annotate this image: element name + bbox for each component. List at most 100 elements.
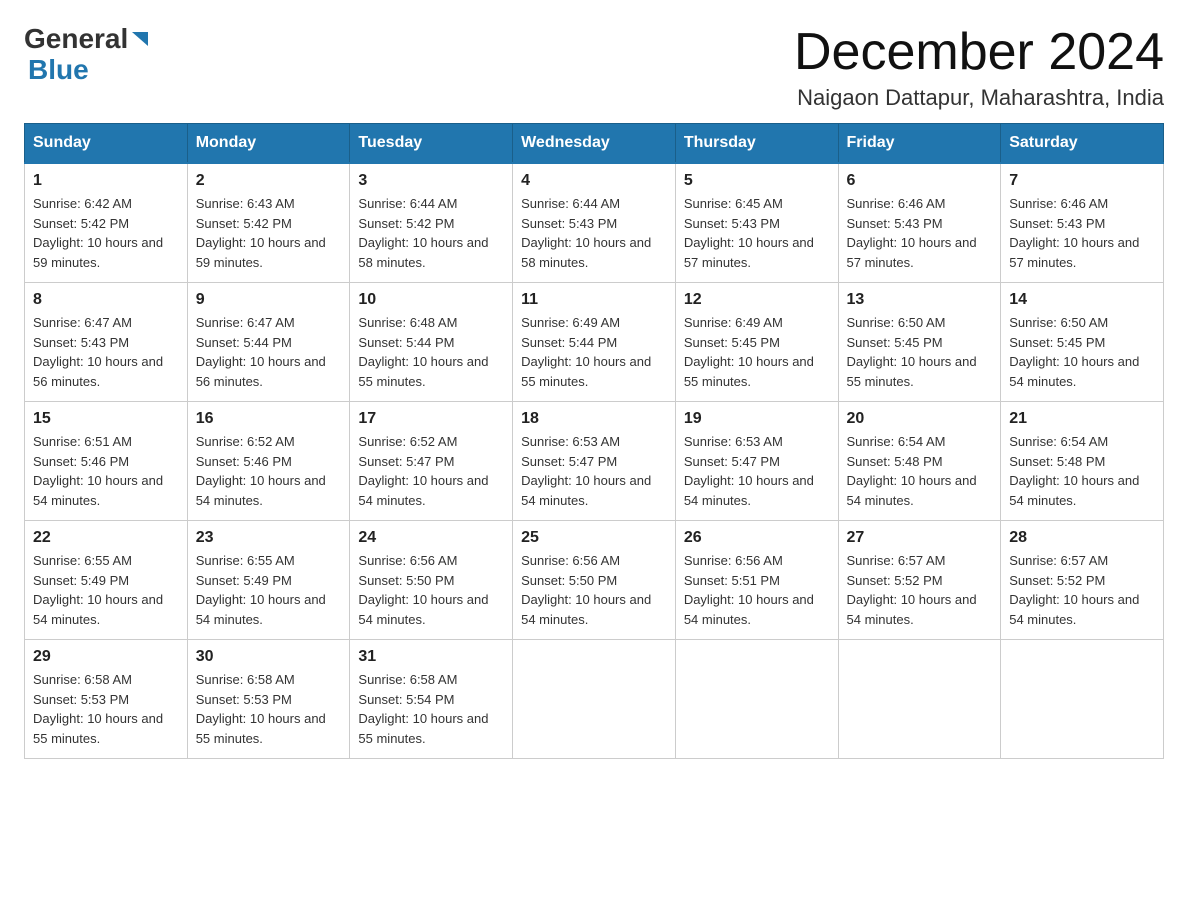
day-number: 14 bbox=[1009, 291, 1155, 309]
day-number: 19 bbox=[684, 410, 830, 428]
sunset-label: Sunset: 5:53 PM bbox=[196, 692, 292, 707]
day-info: Sunrise: 6:57 AM Sunset: 5:52 PM Dayligh… bbox=[1009, 551, 1155, 629]
sunrise-label: Sunrise: 6:56 AM bbox=[684, 553, 783, 568]
day-number: 15 bbox=[33, 410, 179, 428]
calendar-day-header: Monday bbox=[187, 124, 350, 164]
sunset-label: Sunset: 5:43 PM bbox=[684, 216, 780, 231]
sunset-label: Sunset: 5:54 PM bbox=[358, 692, 454, 707]
daylight-label: Daylight: 10 hours and 54 minutes. bbox=[847, 473, 977, 508]
day-info: Sunrise: 6:50 AM Sunset: 5:45 PM Dayligh… bbox=[1009, 313, 1155, 391]
daylight-label: Daylight: 10 hours and 57 minutes. bbox=[684, 235, 814, 270]
day-info: Sunrise: 6:45 AM Sunset: 5:43 PM Dayligh… bbox=[684, 194, 830, 272]
daylight-label: Daylight: 10 hours and 59 minutes. bbox=[33, 235, 163, 270]
calendar-day-cell: 30 Sunrise: 6:58 AM Sunset: 5:53 PM Dayl… bbox=[187, 640, 350, 759]
day-number: 5 bbox=[684, 172, 830, 190]
day-number: 3 bbox=[358, 172, 504, 190]
sunrise-label: Sunrise: 6:44 AM bbox=[358, 196, 457, 211]
daylight-label: Daylight: 10 hours and 54 minutes. bbox=[684, 473, 814, 508]
calendar-day-cell: 14 Sunrise: 6:50 AM Sunset: 5:45 PM Dayl… bbox=[1001, 283, 1164, 402]
day-info: Sunrise: 6:58 AM Sunset: 5:53 PM Dayligh… bbox=[196, 670, 342, 748]
calendar-day-cell: 16 Sunrise: 6:52 AM Sunset: 5:46 PM Dayl… bbox=[187, 402, 350, 521]
calendar-day-header: Thursday bbox=[675, 124, 838, 164]
logo-blue-text: Blue bbox=[28, 54, 89, 85]
day-info: Sunrise: 6:56 AM Sunset: 5:50 PM Dayligh… bbox=[521, 551, 667, 629]
daylight-label: Daylight: 10 hours and 54 minutes. bbox=[521, 473, 651, 508]
calendar-day-cell bbox=[675, 640, 838, 759]
sunrise-label: Sunrise: 6:54 AM bbox=[847, 434, 946, 449]
sunrise-label: Sunrise: 6:56 AM bbox=[358, 553, 457, 568]
day-info: Sunrise: 6:44 AM Sunset: 5:43 PM Dayligh… bbox=[521, 194, 667, 272]
day-number: 13 bbox=[847, 291, 993, 309]
daylight-label: Daylight: 10 hours and 56 minutes. bbox=[196, 354, 326, 389]
daylight-label: Daylight: 10 hours and 55 minutes. bbox=[33, 711, 163, 746]
calendar-day-cell: 25 Sunrise: 6:56 AM Sunset: 5:50 PM Dayl… bbox=[513, 521, 676, 640]
day-number: 22 bbox=[33, 529, 179, 547]
day-info: Sunrise: 6:51 AM Sunset: 5:46 PM Dayligh… bbox=[33, 432, 179, 510]
day-number: 23 bbox=[196, 529, 342, 547]
sunrise-label: Sunrise: 6:54 AM bbox=[1009, 434, 1108, 449]
sunset-label: Sunset: 5:43 PM bbox=[521, 216, 617, 231]
day-info: Sunrise: 6:43 AM Sunset: 5:42 PM Dayligh… bbox=[196, 194, 342, 272]
day-info: Sunrise: 6:55 AM Sunset: 5:49 PM Dayligh… bbox=[196, 551, 342, 629]
sunrise-label: Sunrise: 6:52 AM bbox=[358, 434, 457, 449]
sunset-label: Sunset: 5:43 PM bbox=[1009, 216, 1105, 231]
daylight-label: Daylight: 10 hours and 54 minutes. bbox=[196, 592, 326, 627]
day-number: 25 bbox=[521, 529, 667, 547]
calendar-day-cell bbox=[1001, 640, 1164, 759]
day-number: 8 bbox=[33, 291, 179, 309]
sunrise-label: Sunrise: 6:55 AM bbox=[33, 553, 132, 568]
logo-arrow-icon bbox=[130, 28, 152, 50]
calendar-day-cell: 9 Sunrise: 6:47 AM Sunset: 5:44 PM Dayli… bbox=[187, 283, 350, 402]
day-number: 28 bbox=[1009, 529, 1155, 547]
sunrise-label: Sunrise: 6:46 AM bbox=[1009, 196, 1108, 211]
sunrise-label: Sunrise: 6:47 AM bbox=[196, 315, 295, 330]
sunset-label: Sunset: 5:50 PM bbox=[521, 573, 617, 588]
sunrise-label: Sunrise: 6:48 AM bbox=[358, 315, 457, 330]
sunrise-label: Sunrise: 6:50 AM bbox=[1009, 315, 1108, 330]
calendar-day-cell: 31 Sunrise: 6:58 AM Sunset: 5:54 PM Dayl… bbox=[350, 640, 513, 759]
calendar-day-cell bbox=[838, 640, 1001, 759]
sunrise-label: Sunrise: 6:53 AM bbox=[521, 434, 620, 449]
daylight-label: Daylight: 10 hours and 54 minutes. bbox=[1009, 592, 1139, 627]
sunset-label: Sunset: 5:49 PM bbox=[33, 573, 129, 588]
daylight-label: Daylight: 10 hours and 58 minutes. bbox=[521, 235, 651, 270]
calendar-day-cell: 2 Sunrise: 6:43 AM Sunset: 5:42 PM Dayli… bbox=[187, 163, 350, 283]
day-info: Sunrise: 6:52 AM Sunset: 5:46 PM Dayligh… bbox=[196, 432, 342, 510]
sunset-label: Sunset: 5:46 PM bbox=[33, 454, 129, 469]
calendar-day-header: Sunday bbox=[25, 124, 188, 164]
sunset-label: Sunset: 5:48 PM bbox=[1009, 454, 1105, 469]
daylight-label: Daylight: 10 hours and 56 minutes. bbox=[33, 354, 163, 389]
day-number: 29 bbox=[33, 648, 179, 666]
sunrise-label: Sunrise: 6:57 AM bbox=[1009, 553, 1108, 568]
day-number: 31 bbox=[358, 648, 504, 666]
day-info: Sunrise: 6:58 AM Sunset: 5:54 PM Dayligh… bbox=[358, 670, 504, 748]
day-number: 18 bbox=[521, 410, 667, 428]
page-title: December 2024 bbox=[794, 24, 1164, 81]
daylight-label: Daylight: 10 hours and 59 minutes. bbox=[196, 235, 326, 270]
calendar-day-cell: 26 Sunrise: 6:56 AM Sunset: 5:51 PM Dayl… bbox=[675, 521, 838, 640]
calendar-week-row: 29 Sunrise: 6:58 AM Sunset: 5:53 PM Dayl… bbox=[25, 640, 1164, 759]
sunrise-label: Sunrise: 6:43 AM bbox=[196, 196, 295, 211]
sunrise-label: Sunrise: 6:58 AM bbox=[196, 672, 295, 687]
sunrise-label: Sunrise: 6:45 AM bbox=[684, 196, 783, 211]
day-number: 30 bbox=[196, 648, 342, 666]
sunset-label: Sunset: 5:45 PM bbox=[684, 335, 780, 350]
day-number: 26 bbox=[684, 529, 830, 547]
day-number: 2 bbox=[196, 172, 342, 190]
daylight-label: Daylight: 10 hours and 54 minutes. bbox=[196, 473, 326, 508]
sunrise-label: Sunrise: 6:58 AM bbox=[358, 672, 457, 687]
day-info: Sunrise: 6:47 AM Sunset: 5:43 PM Dayligh… bbox=[33, 313, 179, 391]
day-number: 17 bbox=[358, 410, 504, 428]
sunrise-label: Sunrise: 6:53 AM bbox=[684, 434, 783, 449]
calendar-day-cell: 6 Sunrise: 6:46 AM Sunset: 5:43 PM Dayli… bbox=[838, 163, 1001, 283]
daylight-label: Daylight: 10 hours and 55 minutes. bbox=[521, 354, 651, 389]
day-info: Sunrise: 6:58 AM Sunset: 5:53 PM Dayligh… bbox=[33, 670, 179, 748]
sunrise-label: Sunrise: 6:52 AM bbox=[196, 434, 295, 449]
daylight-label: Daylight: 10 hours and 54 minutes. bbox=[1009, 354, 1139, 389]
calendar-day-cell: 29 Sunrise: 6:58 AM Sunset: 5:53 PM Dayl… bbox=[25, 640, 188, 759]
sunset-label: Sunset: 5:43 PM bbox=[847, 216, 943, 231]
day-info: Sunrise: 6:52 AM Sunset: 5:47 PM Dayligh… bbox=[358, 432, 504, 510]
sunset-label: Sunset: 5:49 PM bbox=[196, 573, 292, 588]
logo: General Blue bbox=[24, 24, 155, 86]
sunrise-label: Sunrise: 6:57 AM bbox=[847, 553, 946, 568]
